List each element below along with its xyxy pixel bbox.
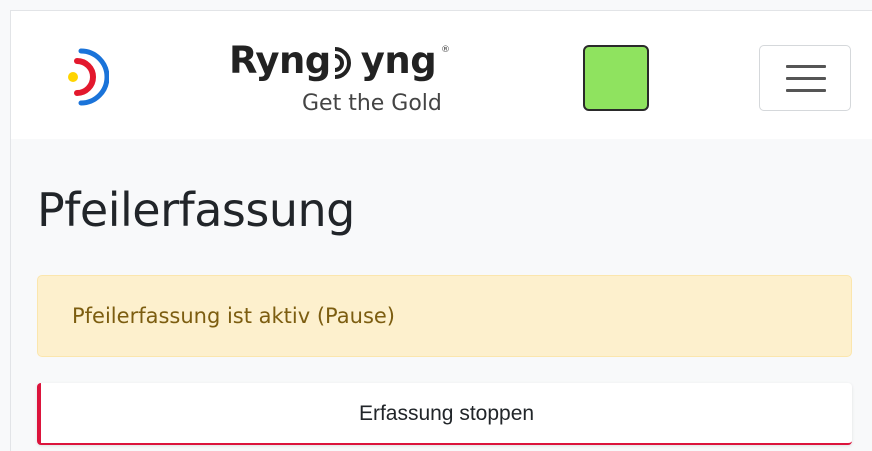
brand-tagline: Get the Gold	[302, 91, 442, 116]
app-frame: Ryng yng ® Get the Gold Pfeilerfassung Pf…	[10, 10, 872, 451]
navbar: Ryng yng ® Get the Gold	[11, 11, 872, 139]
navbar-toggle-button[interactable]	[759, 45, 851, 111]
brand-name-part1: Ryng	[229, 39, 331, 82]
page-title: Pfeilerfassung	[37, 183, 355, 237]
brand-swirl-icon	[334, 47, 351, 79]
target-logo-icon[interactable]	[59, 41, 109, 111]
brand-name: Ryng yng	[229, 39, 437, 83]
brand-logo[interactable]: Ryng yng ® Get the Gold	[229, 39, 459, 119]
brand-name-part2: yng	[360, 39, 437, 82]
alert-text: Pfeilerfassung ist aktiv (Pause)	[72, 304, 395, 328]
stop-capture-button-label: Erfassung stoppen	[358, 402, 535, 425]
status-indicator	[583, 45, 649, 111]
registered-mark: ®	[441, 45, 450, 55]
status-alert: Pfeilerfassung ist aktiv (Pause)	[37, 275, 852, 357]
stop-capture-button[interactable]: Erfassung stoppen	[37, 383, 852, 445]
